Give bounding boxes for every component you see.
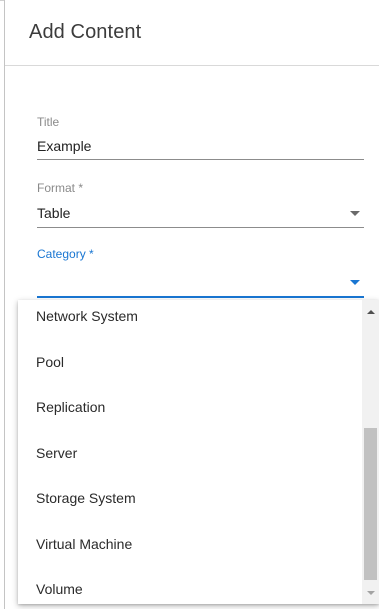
format-field-label: Format * [37, 181, 84, 195]
scroll-up-arrow-icon[interactable] [367, 310, 375, 314]
title-field[interactable]: Title Example [37, 112, 364, 162]
category-option-list: Network System Pool Replication Server S… [18, 300, 362, 604]
page: Add Content Title Example Format * Table… [0, 0, 379, 609]
option-storage-system[interactable]: Storage System [18, 476, 362, 522]
scroll-down-arrow-icon[interactable] [367, 591, 375, 595]
format-selected-value[interactable]: Table [37, 205, 70, 221]
category-dropdown-panel: Network System Pool Replication Server S… [18, 300, 379, 604]
category-underline [37, 296, 364, 298]
scroll-thumb[interactable] [364, 428, 377, 580]
title-input[interactable]: Example [37, 138, 91, 154]
option-replication[interactable]: Replication [18, 385, 362, 431]
option-network-system[interactable]: Network System [18, 300, 362, 340]
title-underline [37, 159, 364, 160]
dialog-header: Add Content [5, 0, 379, 66]
dropdown-scrollbar[interactable] [362, 300, 379, 604]
option-pool[interactable]: Pool [18, 340, 362, 386]
dialog-title: Add Content [29, 21, 142, 43]
category-select[interactable]: Category * [37, 244, 364, 300]
format-chevron-down-icon[interactable] [350, 211, 360, 216]
format-underline [37, 227, 364, 228]
category-field-label: Category * [37, 247, 94, 261]
option-volume[interactable]: Volume [18, 567, 362, 604]
title-field-label: Title [37, 115, 60, 129]
option-server[interactable]: Server [18, 431, 362, 477]
option-virtual-machine[interactable]: Virtual Machine [18, 522, 362, 568]
category-chevron-down-icon[interactable] [350, 280, 360, 285]
format-select[interactable]: Format * Table [37, 178, 364, 230]
